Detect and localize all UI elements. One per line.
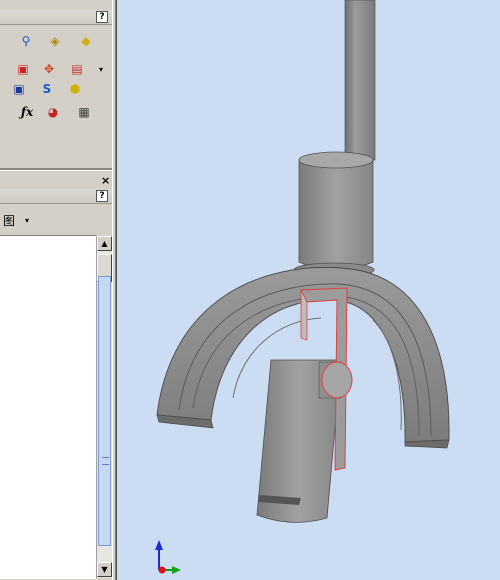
- help-button[interactable]: ?: [96, 190, 108, 202]
- equation-icon[interactable]: ƒx: [16, 103, 38, 121]
- left-panel: ? ⚲ ◈ ◆ ▣ ✥ ▤ ▾ ▣ S ⬢ ƒx ◕ ▦ × ? 图 ▾ ▲ ▼: [0, 0, 116, 580]
- toolbar-row-2: ▣ ✥ ▤ ▾: [0, 60, 112, 82]
- graphics-viewport[interactable]: [116, 0, 500, 580]
- feature-tree-list[interactable]: [0, 235, 96, 579]
- move-component-icon[interactable]: ⬢: [66, 80, 84, 98]
- insert-part-icon[interactable]: ▣: [14, 60, 32, 78]
- toolbar-row-1: ⚲ ◈ ◆: [0, 32, 112, 54]
- vertical-scrollbar[interactable]: ▲ ▼: [96, 236, 112, 578]
- view-options-icon[interactable]: 图: [0, 211, 18, 229]
- tree-toolbar: 图 ▾: [0, 211, 112, 233]
- close-panel-button[interactable]: ×: [101, 174, 112, 187]
- panel-divider: [0, 168, 112, 171]
- toolbar-row-4: ƒx ◕ ▦: [0, 103, 112, 125]
- color-appearance-icon[interactable]: ◕: [44, 103, 62, 121]
- toolbar-row-3: ▣ S ⬢: [0, 80, 112, 102]
- help-button[interactable]: ?: [96, 11, 108, 23]
- component-icon[interactable]: ◈: [46, 32, 64, 50]
- scroll-up-button[interactable]: ▲: [97, 236, 112, 251]
- smart-fastener-icon[interactable]: S: [38, 80, 56, 98]
- scrollbar-grip-icon: [102, 457, 109, 465]
- bill-of-materials-icon[interactable]: ▦: [75, 103, 93, 121]
- pin-icon[interactable]: ⚲: [17, 32, 35, 50]
- scroll-down-button[interactable]: ▼: [97, 562, 112, 577]
- explode-icon[interactable]: ✥: [40, 60, 58, 78]
- axis-triad-icon: [155, 540, 181, 574]
- chevron-down-icon[interactable]: ▾: [18, 211, 36, 229]
- shaft-rod[interactable]: [344, 0, 376, 161]
- toolbar-panel-titlebar: ?: [0, 10, 112, 25]
- scrollbar-thumb[interactable]: [98, 276, 111, 546]
- warning-component-icon[interactable]: ◆: [77, 32, 95, 50]
- chevron-down-icon[interactable]: ▾: [92, 60, 110, 78]
- collar[interactable]: [293, 151, 375, 278]
- mate-icon[interactable]: ▣: [10, 80, 28, 98]
- model-scene: [155, 0, 450, 574]
- pattern-icon[interactable]: ▤: [68, 60, 86, 78]
- pivot-pin[interactable]: [318, 361, 353, 399]
- tree-panel-titlebar: ?: [0, 189, 112, 204]
